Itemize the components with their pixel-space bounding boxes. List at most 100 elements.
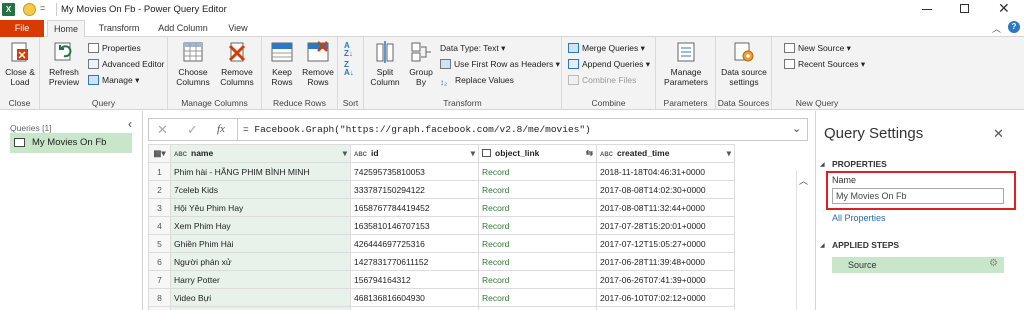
close-load-button[interactable]: Close & Load [2,40,38,87]
split-column-label: Split Column [370,67,400,87]
data-source-settings-label: Data source settings [721,67,767,87]
combine-files-button[interactable]: Combine Files [568,74,636,87]
close-window-icon[interactable]: ✕ [998,0,1010,17]
cell-name: Hội Yêu Phim Hay [170,198,351,217]
recent-sources-button[interactable]: Recent Sources ▾ [784,58,865,71]
group-manage-columns: Choose Columns Remove Columns Manage Col… [168,37,262,110]
cell-created-time: 2017-08-08T14:02:30+0000 [596,180,735,199]
abc-type-icon[interactable]: ABC [174,152,187,158]
data-type-dropdown[interactable]: Data Type: Text ▾ [440,42,505,55]
table-menu-icon[interactable]: ▦▾ [148,144,171,163]
restore-icon[interactable] [960,4,969,13]
remove-columns-button[interactable]: Remove Columns [216,40,258,87]
cell-id: 468136816604930 [350,288,479,307]
replace-values-button[interactable]: ↕₂ Replace Values [440,74,514,87]
ribbon-tabs: File Home Transform Add Column View ︿ ? [0,20,1024,38]
choose-columns-button[interactable]: Choose Columns [172,40,214,87]
group-query: Refresh Preview Properties Advanced Edit… [40,37,168,110]
properties-collapse-icon[interactable]: ◢ [820,161,825,168]
split-column-icon [376,41,394,63]
refresh-preview-button[interactable]: Refresh Preview [44,40,84,87]
query-item[interactable]: My Movies On Fb [10,133,132,153]
qat-dropdown[interactable]: = [40,3,45,13]
column-header-name[interactable]: ABC name ▾ [170,144,351,163]
cell-object-link[interactable]: Record [478,252,597,271]
collapse-panel-icon[interactable]: ‹ [128,117,132,131]
cell-object-link[interactable]: Record [478,234,597,253]
cell-name: Người phán xử [170,252,351,271]
cell-object-link[interactable]: Record [478,216,597,235]
column-header-created-time[interactable]: ABC created_time ▾ [596,144,735,163]
group-by-button[interactable]: Group By [404,40,438,87]
table-row: 8 Video Bựi 468136816604930 Record 2017-06-1… [148,288,735,307]
manage-button[interactable]: Manage ▾ [88,74,139,87]
tab-file[interactable]: File [0,20,44,37]
cell-object-link[interactable]: Record [478,198,597,217]
commit-formula-icon[interactable]: ✓ [187,122,198,138]
tab-home[interactable]: Home [47,20,85,38]
scroll-up-icon[interactable]: ︿ [799,174,808,187]
group-sort: A Z↓ Z A↓ Sort [338,37,364,110]
query-item-label: My Movies On Fb [32,137,107,148]
sort-ascending-icon[interactable]: A Z↓ [344,42,353,58]
sort-descending-icon[interactable]: Z A↓ [344,61,354,77]
cell-name: Video Bựi [170,288,351,307]
properties-button[interactable]: Properties [88,42,141,55]
query-settings-pane: Query Settings ✕ ◢ PROPERTIES Name All P… [815,111,1024,310]
formula-input[interactable]: = Facebook.Graph("https://graph.facebook… [243,124,591,135]
collapse-ribbon-icon[interactable]: ︿ [992,22,1001,35]
close-settings-icon[interactable]: ✕ [993,126,1004,142]
vertical-scrollbar[interactable]: ︿ [796,170,810,310]
keep-rows-button[interactable]: Keep Rows [265,40,299,87]
step-source[interactable]: Source ⚙ [832,257,1004,273]
manage-parameters-label: Manage Parameters [664,67,708,87]
group-transform: Split Column Group By Data Type: Text ▾ … [364,37,562,110]
cell-id: 1658767784419452 [350,198,479,217]
cell-object-link[interactable]: Record [478,288,597,307]
filter-icon[interactable]: ▾ [471,148,475,159]
cell-object-link[interactable]: Record [478,306,597,310]
tab-view[interactable]: View [220,20,256,37]
remove-rows-button[interactable]: Remove Rows [300,40,336,87]
cell-object-link[interactable]: Record [478,270,597,289]
merge-queries-button[interactable]: Merge Queries ▾ [568,42,645,55]
group-parameters: Manage Parameters Parameters [656,37,716,110]
help-icon[interactable]: ? [1008,21,1020,33]
new-source-button[interactable]: New Source ▾ [784,42,851,55]
smiley-icon[interactable] [23,3,36,16]
split-column-button[interactable]: Split Column [366,40,404,87]
group-label-data-sources: Data Sources [717,98,770,108]
fx-icon[interactable]: fx [217,123,225,135]
queries-panel: Queries [1] ‹ My Movies On Fb [0,111,143,310]
manage-parameters-button[interactable]: Manage Parameters [658,40,714,87]
step-gear-icon[interactable]: ⚙ [989,258,998,269]
abc-type-icon[interactable]: ABC [354,152,367,158]
applied-steps-collapse-icon[interactable]: ◢ [820,242,825,249]
append-queries-button[interactable]: Append Queries ▾ [568,58,650,71]
combine-files-icon [568,75,579,85]
abc-type-icon[interactable]: ABC [600,152,613,158]
expand-column-icon[interactable]: ⇆ [586,148,593,159]
choose-columns-icon [183,42,203,62]
tab-transform[interactable]: Transform [92,20,146,37]
record-type-icon[interactable] [482,149,491,157]
minimize-icon[interactable] [922,9,932,10]
filter-icon[interactable]: ▾ [343,148,347,159]
advanced-editor-button[interactable]: Advanced Editor [88,58,164,71]
data-source-settings-button[interactable]: Data source settings [718,40,770,87]
table-row: 9Vệ Sĩ Sài Gòn1603045033332455Record2016… [148,306,735,310]
column-header-object-link[interactable]: object_link ⇆ [478,144,597,163]
cell-object-link[interactable]: Record [478,180,597,199]
column-header-id[interactable]: ABC id ▾ [350,144,479,163]
cancel-formula-icon[interactable]: ✕ [157,122,168,138]
all-properties-link[interactable]: All Properties [832,213,886,223]
name-input[interactable] [832,188,1004,204]
expand-formula-icon[interactable]: ⌄ [792,122,801,135]
excel-icon: X [2,3,15,16]
refresh-icon [54,42,72,61]
tab-add-column[interactable]: Add Column [152,20,214,37]
use-first-row-button[interactable]: Use First Row as Headers ▾ [440,58,560,71]
cell-object-link[interactable]: Record [478,162,597,181]
group-label-transform: Transform [443,98,482,108]
filter-icon[interactable]: ▾ [727,148,731,159]
